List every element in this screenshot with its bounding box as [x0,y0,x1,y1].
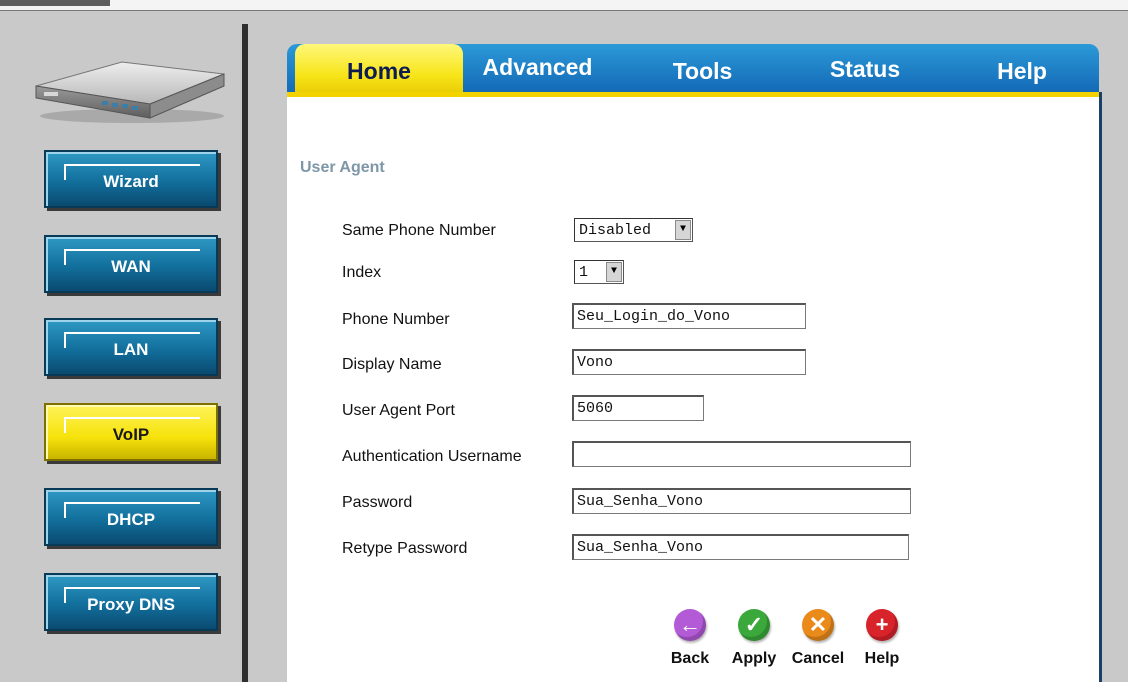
same-phone-label: Same Phone Number [342,222,496,239]
cancel-x-icon: ✕ [802,609,834,641]
tab-label: Status [829,56,901,82]
tab-label: Tools [672,58,733,84]
back-arrow-icon: ← [674,609,706,641]
retype-password-input[interactable]: Sua_Senha_Vono [572,534,909,560]
help-button[interactable]: + Help [852,609,912,668]
apply-label: Apply [731,650,777,667]
sidebar-divider [242,24,248,682]
tab-tools[interactable]: Tools [625,44,780,96]
same-phone-select[interactable]: Disabled ▼ [574,218,693,242]
help-label: Help [864,650,900,667]
index-value: 1 [579,264,589,281]
top-tab-bar: Home Advanced Tools Status Help [287,44,1099,96]
tab-label: Help [997,58,1047,84]
back-label: Back [670,650,710,667]
main-content-panel [287,92,1102,682]
tab-home[interactable]: Home [295,44,463,96]
password-label: Password [342,494,413,511]
sidebar-item-dhcp[interactable]: DHCP [44,488,218,546]
dropdown-arrow-icon: ▼ [606,262,622,282]
sidebar-item-label: DHCP [106,510,156,529]
sidebar-item-label: VoIP [112,425,150,444]
dropdown-arrow-icon: ▼ [675,220,691,240]
tab-label: Advanced [482,54,593,80]
cancel-button[interactable]: ✕ Cancel [788,609,848,668]
window-top-bar [0,0,1128,11]
sidebar-item-label: Wizard [103,172,159,191]
auth-username-input[interactable] [572,441,911,467]
top-bar-accent [0,0,110,6]
cancel-label: Cancel [791,650,845,667]
user-agent-port-label: User Agent Port [342,402,455,419]
tab-help[interactable]: Help [947,44,1097,96]
section-title: User Agent [300,159,385,176]
user-agent-port-input[interactable]: 5060 [572,395,704,421]
sidebar-item-proxy-dns[interactable]: Proxy DNS [44,573,218,631]
plus-icon: + [866,609,898,641]
sidebar-item-lan[interactable]: LAN [44,318,218,376]
sidebar-item-label: LAN [113,340,149,359]
sidebar-item-label: Proxy DNS [87,595,175,614]
same-phone-value: Disabled [579,222,652,239]
index-label: Index [342,264,382,281]
tab-underline [287,92,1099,97]
sidebar-item-voip[interactable]: VoIP [44,403,218,461]
sidebar-item-wan[interactable]: WAN [44,235,218,293]
phone-number-label: Phone Number [342,311,450,328]
tab-advanced[interactable]: Advanced [455,44,620,96]
tab-label: Home [347,58,411,84]
phone-number-input[interactable]: Seu_Login_do_Vono [572,303,806,329]
tab-status[interactable]: Status [785,44,945,96]
password-input[interactable]: Sua_Senha_Vono [572,488,911,514]
sidebar-item-wizard[interactable]: Wizard [44,150,218,208]
back-button[interactable]: ← Back [660,609,720,668]
sidebar-item-label: WAN [111,257,151,276]
checkmark-icon: ✓ [738,609,770,641]
index-select[interactable]: 1 ▼ [574,260,624,284]
router-device-image [35,61,225,123]
retype-password-label: Retype Password [342,540,468,557]
display-name-label: Display Name [342,356,442,373]
auth-username-label: Authentication Username [342,448,522,465]
display-name-input[interactable]: Vono [572,349,806,375]
apply-button[interactable]: ✓ Apply [724,609,784,668]
